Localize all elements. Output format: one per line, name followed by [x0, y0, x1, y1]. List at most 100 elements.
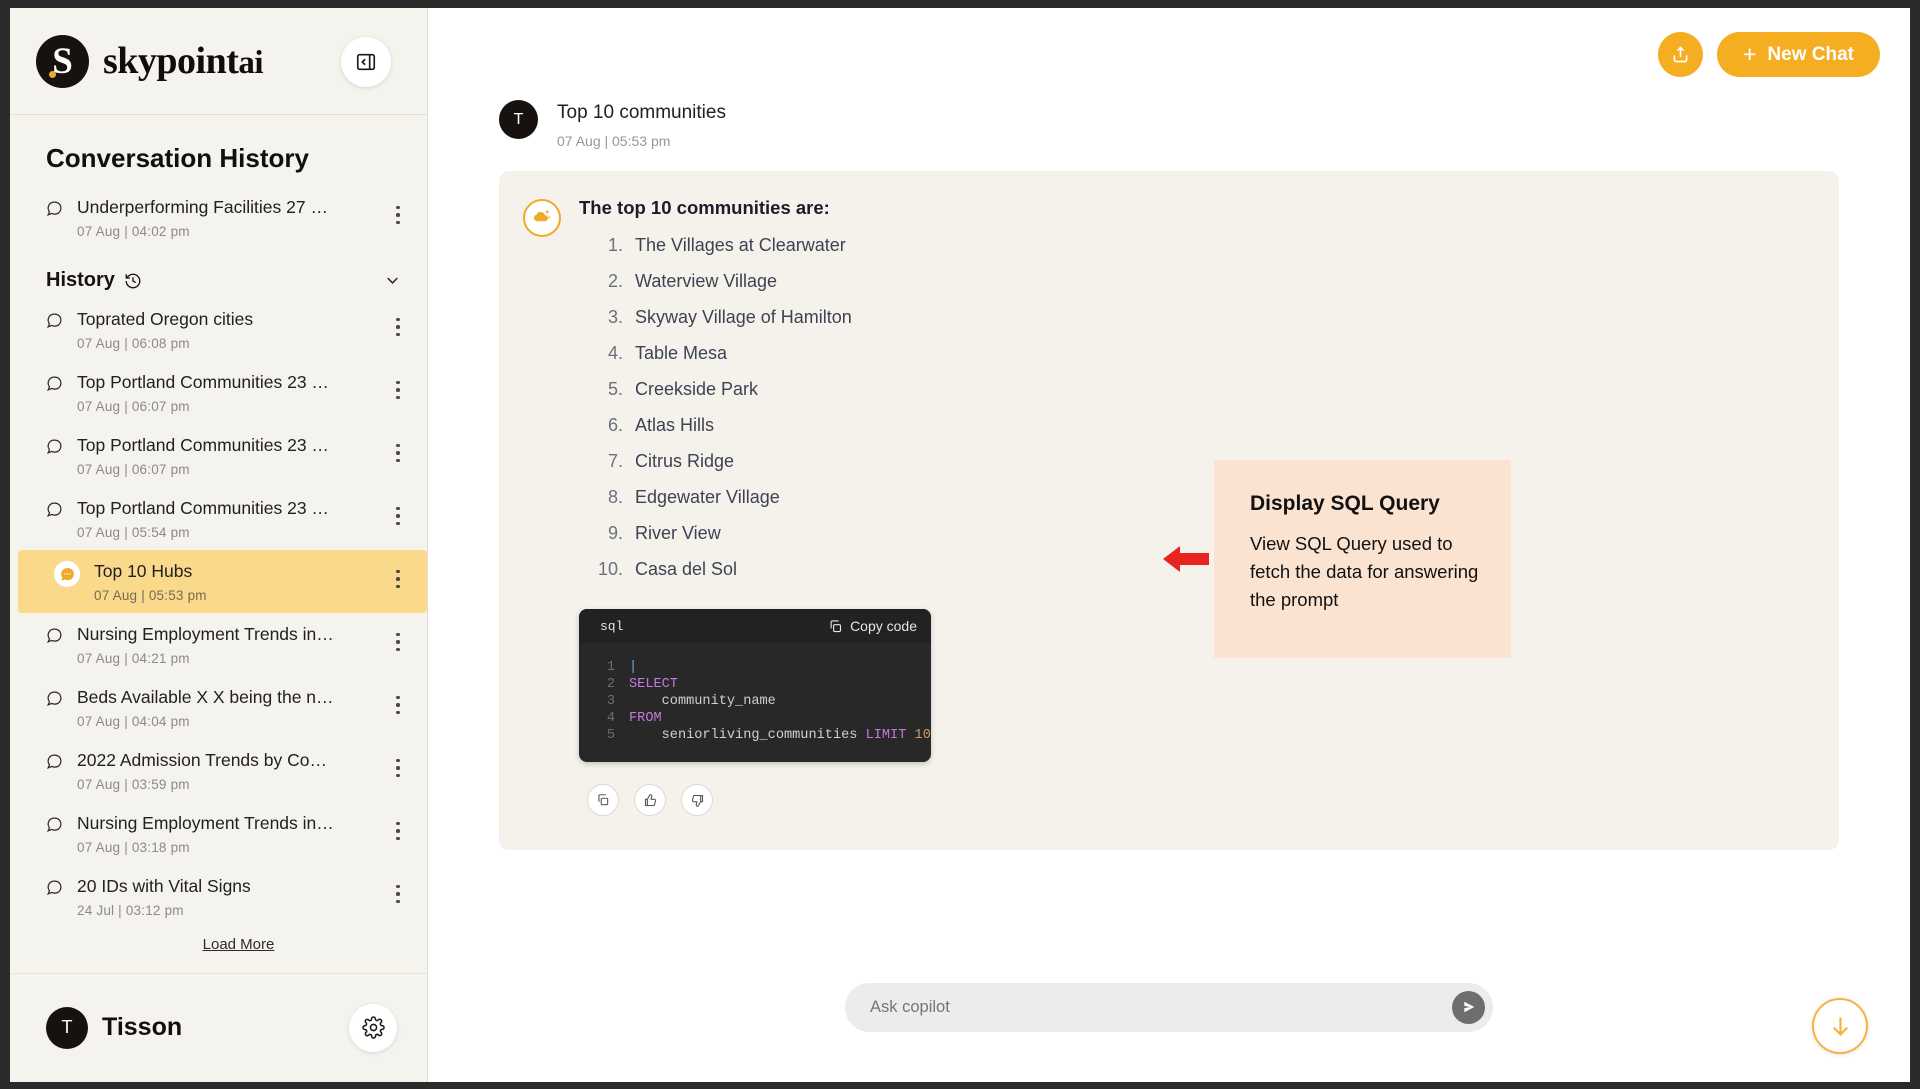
conversation-item-menu-button[interactable]	[385, 562, 411, 596]
conversation-item-label: Toprated Oregon cities	[77, 309, 254, 330]
assistant-heading: The top 10 communities are:	[579, 197, 830, 218]
conversation-item-label: Nursing Employment Trends in Se…	[77, 624, 335, 645]
user-message-time: 07 Aug | 05:53 pm	[557, 133, 671, 149]
conversation-item[interactable]: 20 IDs with Vital Signs 24 Jul | 03:12 pm	[10, 865, 427, 928]
settings-button[interactable]	[349, 1003, 397, 1052]
conversation-item-menu-button[interactable]	[385, 436, 411, 470]
sql-code-block: sql Copy code 1 | 2 SELECT 3 community_name 4…	[579, 609, 931, 762]
thumbs-up-button[interactable]	[634, 784, 666, 816]
brand-name-suffix: ai	[238, 45, 264, 82]
conversation-item-pinned[interactable]: Underperforming Facilities 27 chara 07 A…	[10, 186, 427, 249]
list-item: Atlas Hills	[579, 415, 715, 435]
code-line: 2 SELECT	[579, 676, 931, 693]
send-button[interactable]	[1452, 990, 1485, 1024]
code-line-number: 1	[606, 660, 615, 675]
scroll-to-bottom-button[interactable]	[1812, 998, 1868, 1054]
chat-bubble-icon	[46, 816, 63, 838]
avatar-initial: T	[513, 110, 524, 128]
conversation-item-menu-button[interactable]	[385, 373, 411, 407]
composer-zone	[428, 932, 1910, 1082]
chat-bubble-icon	[46, 753, 63, 775]
share-button[interactable]	[1657, 32, 1703, 77]
conversation-list[interactable]: Underperforming Facilities 27 chara 07 A…	[10, 186, 427, 973]
conversation-item-label: Beds Available X X being the numb…	[77, 687, 335, 708]
code-token: SELECT	[629, 677, 678, 692]
conversation-item[interactable]: Top Portland Communities 23 char… 07 Aug …	[10, 424, 427, 487]
code-token: FROM	[629, 711, 662, 726]
conversation-item-time: 07 Aug | 05:53 pm	[94, 588, 207, 604]
conversation-item-time: 07 Aug | 04:04 pm	[77, 714, 190, 730]
conversation-item-label: 2022 Admission Trends by Comm…	[77, 750, 335, 771]
conversation-item-menu-button[interactable]	[385, 499, 411, 533]
load-more-wrap: Load More	[10, 928, 427, 972]
list-item: Waterview Village	[579, 271, 778, 291]
copy-code-button[interactable]: Copy code	[828, 618, 917, 634]
avatar-initial: T	[61, 1017, 73, 1038]
conversation-item-time: 07 Aug | 04:02 pm	[77, 224, 190, 240]
code-language-label: sql	[600, 618, 624, 634]
conversation-item-time: 07 Aug | 06:08 pm	[77, 336, 190, 352]
conversation-item[interactable]: Beds Available X X being the numb… 07 Aug…	[10, 676, 427, 739]
chevron-down-icon[interactable]	[381, 270, 403, 292]
conversation-item-menu-button[interactable]	[385, 198, 411, 232]
code-line: 3 community_name	[579, 693, 931, 710]
conversation-item[interactable]: Toprated Oregon cities 07 Aug | 06:08 pm	[10, 298, 427, 361]
conversation-item-menu-button[interactable]	[385, 814, 411, 848]
user-message-text: Top 10 communities	[557, 102, 726, 123]
annotation-arrow-icon	[1163, 546, 1209, 572]
conversation-item-menu-button[interactable]	[385, 877, 411, 911]
conversation-item-menu-button[interactable]	[385, 751, 411, 785]
main-panel: + New Chat T Top 10 communities 07 Aug |…	[428, 8, 1910, 1082]
conversation-history-title: Conversation History	[46, 143, 309, 174]
collapse-sidebar-button[interactable]	[341, 37, 391, 87]
conversation-item-time: 07 Aug | 03:59 pm	[77, 777, 190, 793]
user-bar: T Tisson	[10, 972, 427, 1082]
conversation-item-menu-button[interactable]	[385, 625, 411, 659]
list-item: Skyway Village of Hamilton	[579, 307, 852, 327]
brand-bar: S skypointai	[10, 8, 427, 116]
new-chat-button[interactable]: + New Chat	[1716, 32, 1880, 77]
list-item: Creekside Park	[579, 379, 759, 399]
conversation-item-time: 07 Aug | 04:21 pm	[77, 651, 190, 667]
copy-icon	[598, 794, 609, 806]
code-token: community_name	[629, 694, 776, 709]
list-item: Edgewater Village	[579, 487, 780, 507]
message-reactions	[579, 784, 1809, 816]
conversation-item[interactable]: Top 10 Hubs 07 Aug | 05:53 pm	[18, 550, 427, 614]
composer[interactable]	[845, 982, 1493, 1032]
assistant-message-card: The top 10 communities are: The Villages…	[499, 171, 1839, 850]
conversation-item[interactable]: Top Portland Communities 23 char… 07 Aug …	[10, 361, 427, 424]
search-input[interactable]	[870, 997, 1452, 1017]
conversation-item-label: 20 IDs with Vital Signs	[77, 876, 251, 897]
panel-collapse-icon	[356, 53, 376, 71]
conversation-item[interactable]: Nursing Employment Trends in Se… 07 Aug |…	[10, 613, 427, 676]
history-group-header[interactable]: History	[10, 249, 427, 298]
conversation-item[interactable]: Top Portland Communities 23 char… 07 Aug …	[10, 487, 427, 550]
conversation-item[interactable]: 2022 Admission Trends by Comm… 07 Aug | 0…	[10, 739, 427, 802]
code-token: LIMIT	[865, 728, 915, 743]
chat-scroll-area[interactable]: T Top 10 communities 07 Aug | 05:53 pm T…	[428, 8, 1910, 932]
annotation-text: View SQL Query used to fetch the data fo…	[1250, 533, 1479, 610]
load-more-link[interactable]: Load More	[203, 936, 275, 953]
conversation-item-time: 07 Aug | 06:07 pm	[77, 462, 190, 478]
conversation-item-time: 24 Jul | 03:12 pm	[77, 903, 184, 919]
conversation-item-menu-button[interactable]	[385, 310, 411, 344]
code-token: seniorliving_communities	[629, 728, 866, 743]
conversation-item-label: Top Portland Communities 23 char…	[77, 435, 335, 456]
sidebar: S skypointai Conversation History Underp…	[10, 8, 428, 1082]
logo-letter: S	[52, 40, 73, 82]
chat-bubble-icon	[46, 627, 63, 649]
user-message-avatar: T	[499, 100, 538, 139]
share-upload-icon	[1673, 46, 1688, 63]
conversation-item-label: Underperforming Facilities 27 chara	[77, 197, 335, 218]
conversation-item[interactable]: Nursing Employment Trends in Se… 07 Aug |…	[10, 802, 427, 865]
copy-response-button[interactable]	[587, 784, 619, 816]
code-line-number: 3	[606, 694, 615, 709]
user-name: Tisson	[102, 1013, 183, 1042]
conversation-item-label: Top 10 Hubs	[94, 561, 193, 582]
code-line-number: 2	[606, 677, 615, 692]
code-line-number: 5	[606, 728, 615, 743]
code-block-body[interactable]: 1 | 2 SELECT 3 community_name 4 FROM 5 seniorli…	[579, 643, 931, 762]
conversation-item-menu-button[interactable]	[385, 688, 411, 722]
thumbs-down-button[interactable]	[681, 784, 713, 816]
